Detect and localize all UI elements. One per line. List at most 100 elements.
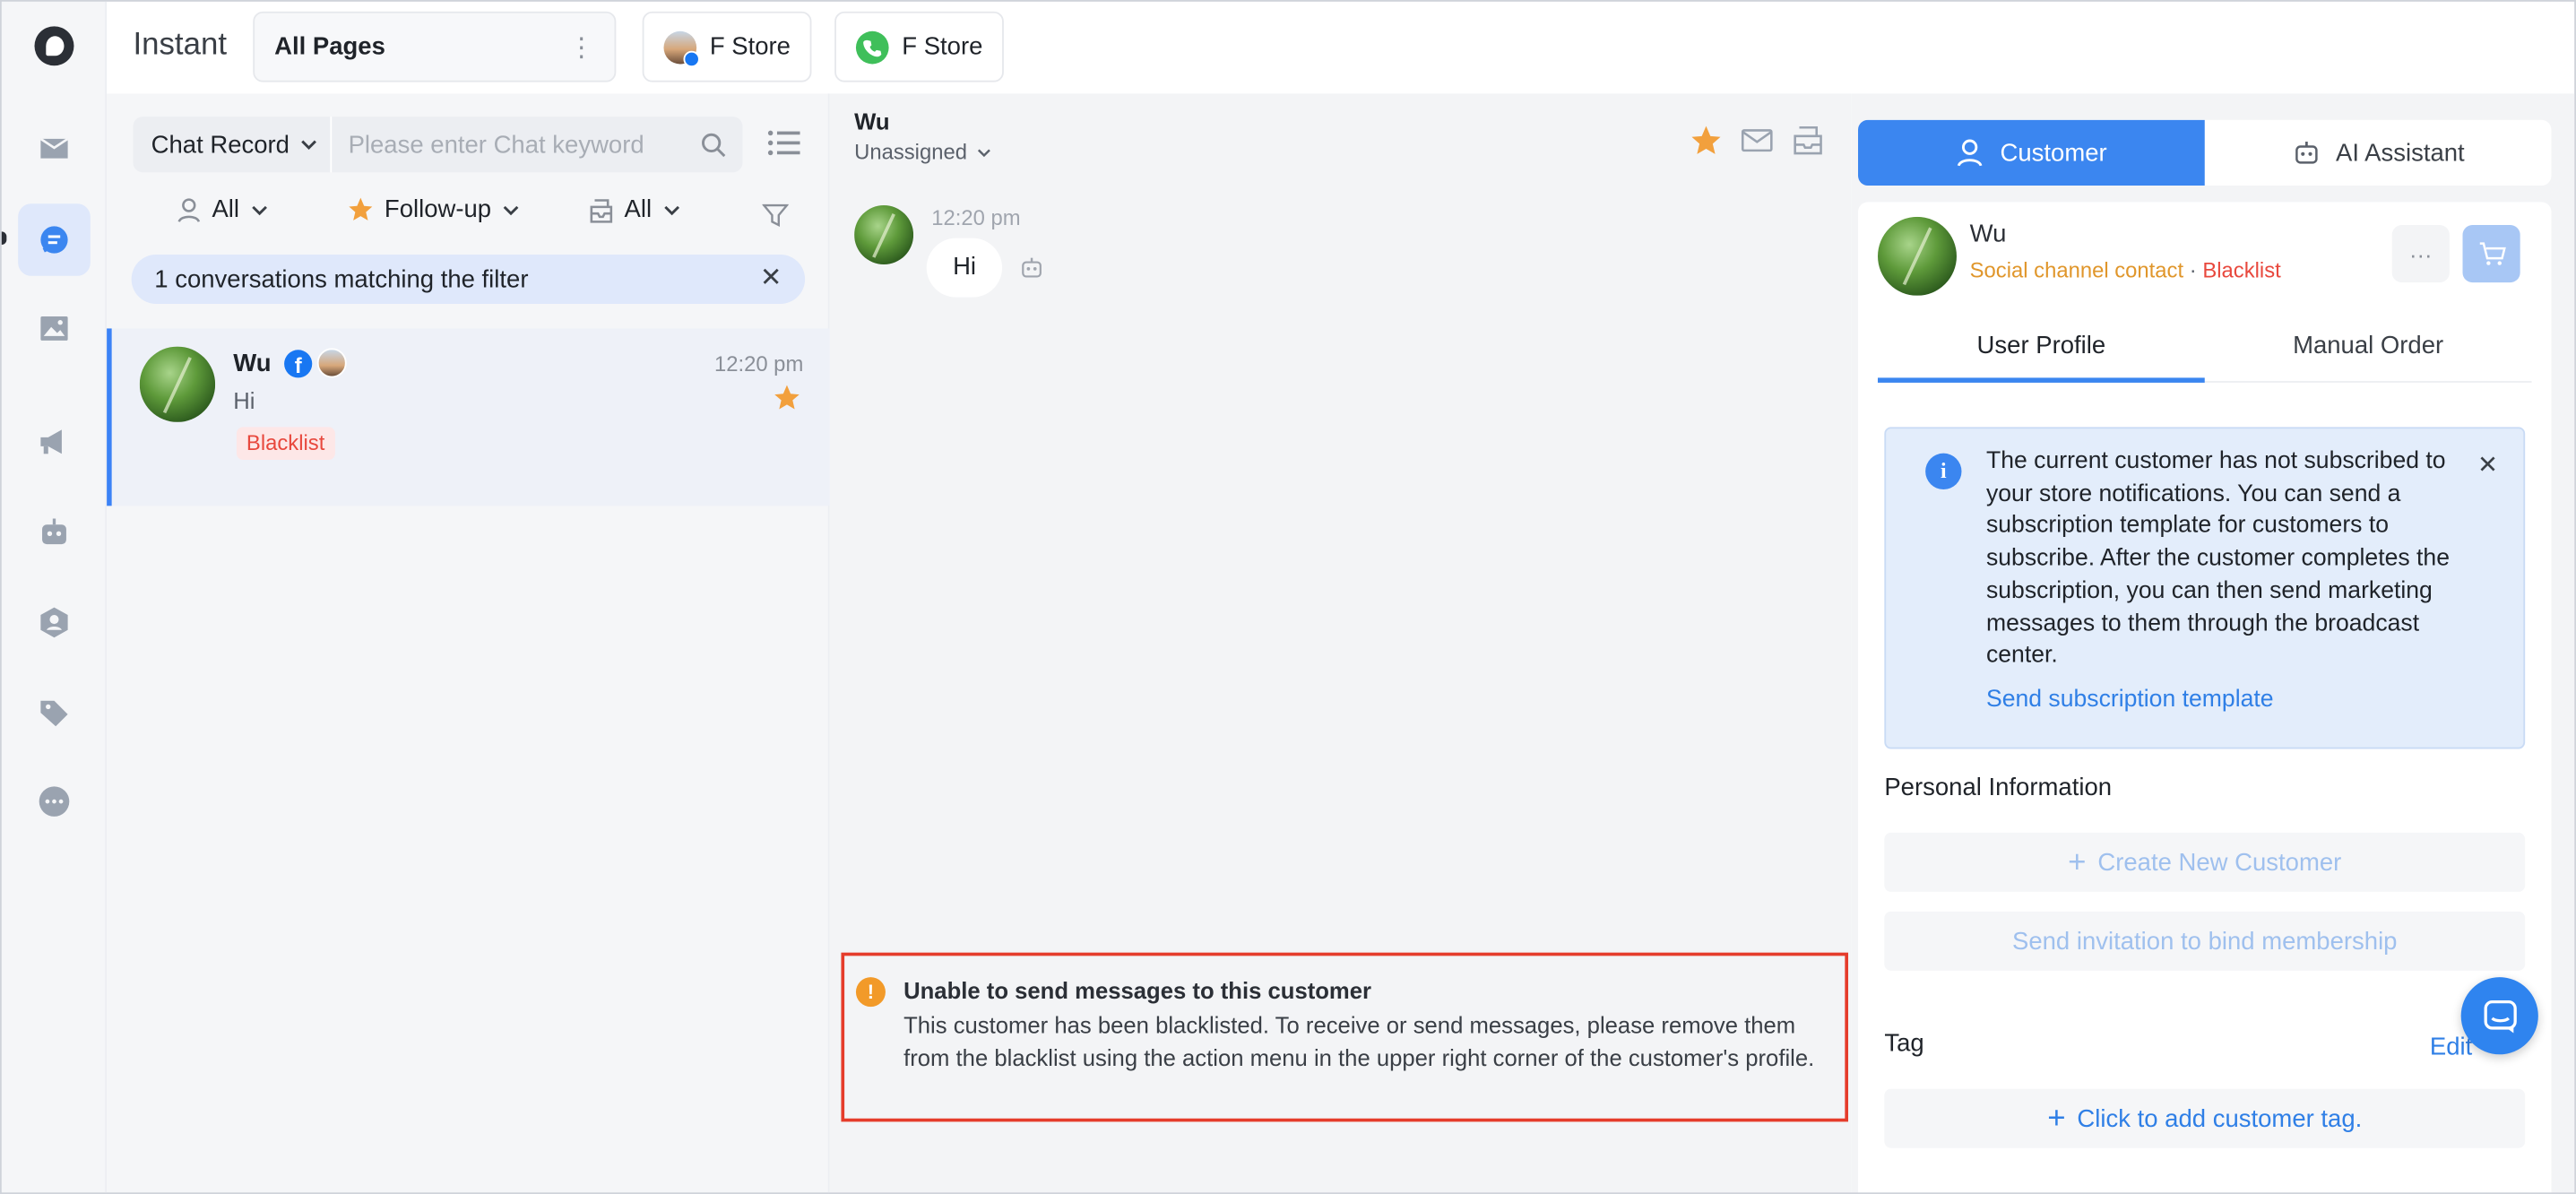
tab-ai-assistant[interactable]: AI Assistant — [2205, 120, 2552, 186]
message-bubble: Hi — [926, 238, 1003, 298]
chat-panel: Wu Unassigned 12:20 pm Hi ! Unable to se… — [829, 93, 1852, 1193]
store-tab-label: F Store — [709, 32, 791, 61]
assignee-label: Unassigned — [854, 139, 967, 165]
inbox-filter[interactable]: All — [588, 195, 681, 223]
tab-user-profile[interactable]: User Profile — [1878, 310, 2205, 383]
store-avatar-icon — [663, 30, 700, 67]
conversation-item[interactable]: Wu f 12:20 pm Hi Blacklist — [107, 328, 830, 506]
customer-name: Wu — [1969, 220, 2007, 248]
filter-icon[interactable] — [762, 202, 789, 228]
megaphone-icon[interactable] — [18, 406, 91, 479]
send-subscription-template-link[interactable]: Send subscription template — [1986, 687, 2274, 713]
store-tab-facebook[interactable]: F Store — [642, 11, 812, 82]
filter-match-bar: 1 conversations matching the filter ✕ — [131, 254, 806, 304]
chat-actions — [1689, 123, 1825, 157]
filter-match-text: 1 conversations matching the filter — [154, 264, 529, 294]
separator: · — [2189, 257, 2197, 283]
bind-membership-label: Send invitation to bind membership — [2012, 927, 2398, 956]
robot-icon[interactable] — [18, 496, 91, 568]
contacts-icon[interactable] — [18, 586, 91, 659]
user-icon — [177, 197, 201, 222]
star-icon[interactable] — [1689, 123, 1723, 157]
store-tab-whatsapp[interactable]: F Store — [834, 11, 1005, 82]
inbox-icon[interactable] — [18, 112, 91, 185]
conversation-last-message: Hi — [233, 387, 255, 414]
user-icon — [1958, 139, 1984, 167]
cart-icon — [2478, 241, 2505, 264]
profile-tabs: User Profile Manual Order — [1878, 310, 2532, 383]
tag-section-title: Tag — [1884, 1029, 1924, 1058]
image-icon[interactable] — [18, 292, 91, 365]
warning-title: Unable to send messages to this customer — [903, 977, 1372, 1004]
list-view-icon[interactable] — [767, 128, 800, 158]
facebook-icon: f — [284, 350, 313, 378]
search-type-dropdown[interactable]: Chat Record — [133, 117, 333, 173]
warning-icon: ! — [855, 977, 886, 1008]
chevron-down-icon — [301, 140, 317, 150]
message-time: 12:20 pm — [931, 205, 1021, 230]
tab-ai-label: AI Assistant — [2336, 138, 2465, 167]
edit-tags-link[interactable]: Edit — [2430, 1033, 2472, 1060]
warning-body: This customer has been blacklisted. To r… — [903, 1011, 1815, 1070]
followup-filter[interactable]: Follow-up — [347, 195, 521, 223]
chat-contact-name: Wu — [854, 108, 890, 135]
inbox-icon — [590, 198, 613, 222]
left-sidebar — [1, 1, 108, 1193]
search-icon[interactable] — [700, 132, 726, 158]
customer-card: Wu Social channel contact · Blacklist ··… — [1858, 202, 2552, 1193]
avatar — [1878, 216, 1957, 296]
notice-text: The current customer has not subscribed … — [1985, 448, 2450, 670]
conversation-list-panel: Chat Record All Follow-up All — [107, 93, 830, 1193]
bind-membership-button[interactable]: Send invitation to bind membership — [1884, 911, 2526, 971]
assignee-filter[interactable]: All — [176, 195, 269, 223]
info-icon: i — [1925, 453, 1962, 489]
create-customer-button[interactable]: + Create New Customer — [1884, 832, 2526, 892]
kebab-icon[interactable]: ⋮ — [568, 30, 594, 64]
panel-tabs: Customer AI Assistant — [1858, 119, 2552, 186]
close-icon[interactable]: ✕ — [760, 265, 782, 292]
chat-bubble-icon — [2483, 999, 2516, 1033]
chevron-down-icon — [251, 204, 267, 215]
contact-type: Social channel contact — [1969, 257, 2184, 283]
filter-row: All Follow-up All — [133, 195, 806, 235]
add-tag-button[interactable]: + Click to add customer tag. — [1884, 1088, 2526, 1148]
subscription-notice: i The current customer has not subscribe… — [1884, 427, 2526, 749]
tab-customer[interactable]: Customer — [1858, 119, 2205, 186]
robot-icon[interactable] — [1018, 255, 1044, 281]
star-icon[interactable] — [772, 383, 801, 412]
conversation-time: 12:20 pm — [713, 351, 804, 376]
avatar — [139, 346, 216, 422]
search-bar: Chat Record — [133, 117, 743, 173]
chat-icon[interactable] — [18, 203, 91, 276]
tag-icon[interactable] — [18, 677, 91, 749]
followup-filter-label: Follow-up — [384, 195, 492, 224]
personal-info-title: Personal Information — [1884, 773, 2113, 802]
tab-customer-label: Customer — [2000, 138, 2107, 167]
more-actions-button[interactable]: ··· — [2391, 225, 2450, 283]
store-tab-label: F Store — [902, 32, 983, 61]
archive-icon[interactable] — [1791, 123, 1825, 157]
chevron-down-icon — [663, 204, 679, 215]
plus-icon: + — [2047, 1101, 2066, 1136]
conversation-name: Wu — [233, 350, 272, 378]
more-icon[interactable] — [18, 766, 91, 838]
search-input[interactable] — [332, 117, 743, 173]
page-selector[interactable]: All Pages ⋮ — [253, 11, 617, 82]
assignee-filter-label: All — [212, 195, 240, 224]
support-chat-button[interactable] — [2460, 977, 2538, 1055]
robot-icon — [2295, 142, 2318, 164]
assignee-dropdown[interactable]: Unassigned — [854, 140, 991, 164]
page-avatar-icon — [316, 348, 347, 378]
cart-button[interactable] — [2462, 225, 2520, 283]
mail-icon[interactable] — [1740, 123, 1774, 157]
chevron-down-icon — [977, 148, 990, 157]
tab-manual-order[interactable]: Manual Order — [2205, 310, 2532, 381]
avatar — [854, 205, 914, 264]
blacklist-status: Blacklist — [2202, 257, 2281, 283]
top-header: Instant All Pages ⋮ F Store F Store — [107, 1, 2575, 94]
add-tag-label: Click to add customer tag. — [2077, 1104, 2363, 1133]
search-type-label: Chat Record — [151, 130, 290, 159]
ellipsis-icon: ··· — [2408, 240, 2433, 267]
close-icon[interactable]: ✕ — [2477, 450, 2498, 480]
facebook-badge-icon — [683, 49, 700, 67]
